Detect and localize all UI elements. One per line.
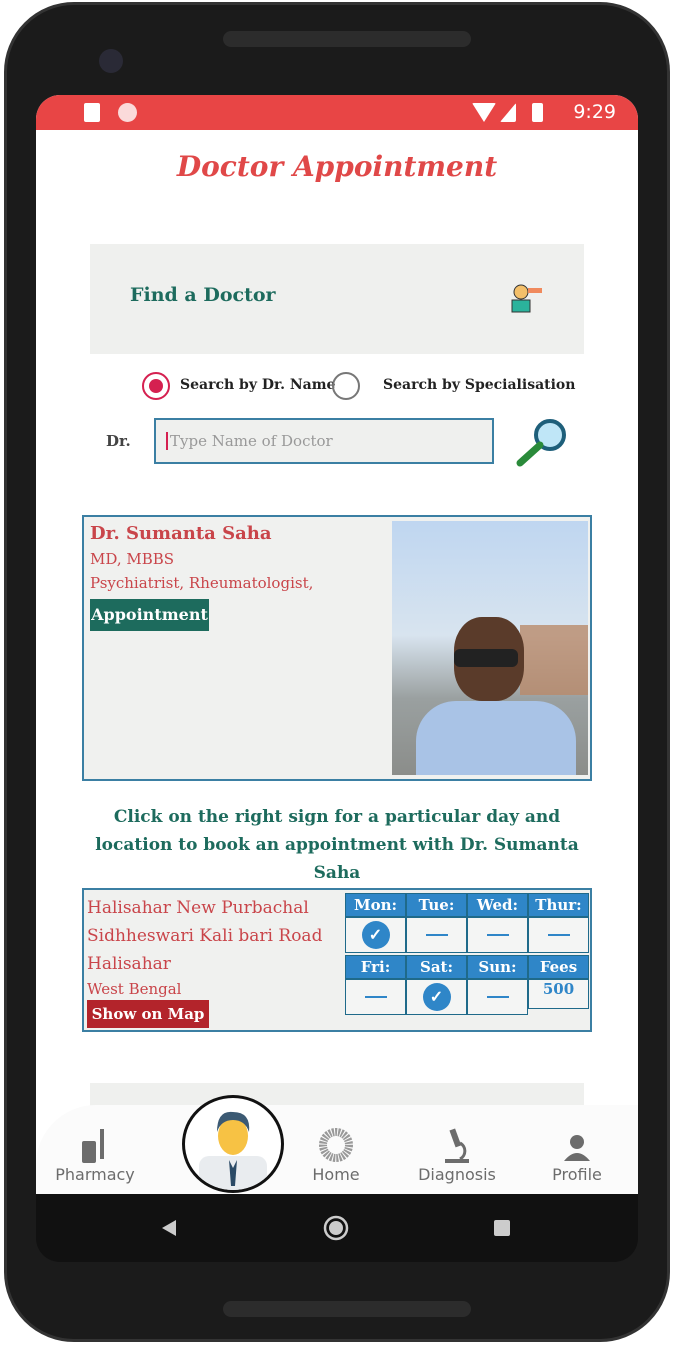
home-nav-icon[interactable] xyxy=(322,1214,350,1242)
tab-pharmacy-label: Pharmacy xyxy=(55,1165,135,1184)
dash-icon xyxy=(364,996,387,998)
recents-icon[interactable] xyxy=(494,1220,510,1236)
day-slot-thur xyxy=(528,917,589,953)
day-header: Fri: xyxy=(345,955,406,979)
doctor-degree: MD, MBBS xyxy=(90,550,175,568)
dash-icon xyxy=(425,934,448,936)
day-slot-sun xyxy=(467,979,528,1015)
tab-profile[interactable]: Profile xyxy=(522,1125,632,1184)
screen: 9:29 Doctor Appointment Find a Doctor Se… xyxy=(36,95,638,1194)
appointment-button[interactable]: Appointment xyxy=(90,599,209,631)
battery-icon xyxy=(532,103,543,122)
profile-icon xyxy=(564,1135,590,1161)
doctor-search-icon xyxy=(511,284,542,313)
day-header: Tue: xyxy=(406,893,467,917)
tab-diagnosis-label: Diagnosis xyxy=(418,1165,496,1184)
dash-icon xyxy=(486,934,509,936)
day-slot-tue xyxy=(406,917,467,953)
booking-instruction: Click on the right sign for a particular… xyxy=(95,807,579,883)
day-header: Wed: xyxy=(467,893,528,917)
day-slot-sat[interactable]: ✓ xyxy=(406,979,467,1015)
fees-header: Fees xyxy=(528,955,589,979)
day-header: Thur: xyxy=(528,893,589,917)
page-title: Doctor Appointment xyxy=(176,150,498,183)
record-icon xyxy=(118,103,137,122)
doctor-name-placeholder: Type Name of Doctor xyxy=(166,432,333,450)
doctor-specialisation: Psychiatrist, Rheumatologist, xyxy=(90,574,314,592)
system-nav-bar xyxy=(36,1194,638,1262)
tab-diagnosis[interactable]: Diagnosis xyxy=(402,1125,512,1184)
bottom-speaker xyxy=(223,1301,471,1317)
fees-value: 500 xyxy=(528,979,589,1009)
clock: 9:29 xyxy=(573,101,616,123)
dash-icon xyxy=(547,934,570,936)
tab-profile-label: Profile xyxy=(552,1165,602,1184)
check-icon[interactable]: ✓ xyxy=(361,921,390,949)
wifi-icon xyxy=(472,103,496,122)
dash-icon xyxy=(486,996,509,998)
radio-dr-name[interactable] xyxy=(142,372,170,400)
tab-home-label: Home xyxy=(312,1165,360,1184)
location-card: Halisahar New Purbachal Sidhheswari Kali… xyxy=(82,888,592,1032)
doctor-photo xyxy=(392,521,588,775)
microscope-icon xyxy=(445,1128,469,1163)
find-doctor-label: Find a Doctor xyxy=(130,284,276,306)
back-icon[interactable] xyxy=(160,1218,180,1238)
find-doctor-panel[interactable]: Find a Doctor xyxy=(90,244,584,354)
doctor-name: Dr. Sumanta Saha xyxy=(90,523,272,544)
doctor-avatar-icon xyxy=(199,1111,267,1190)
search-icon[interactable] xyxy=(514,417,570,467)
day-slot-fri xyxy=(345,979,406,1015)
tab-pharmacy[interactable]: Pharmacy xyxy=(40,1125,150,1184)
status-bar: 9:29 xyxy=(36,95,638,130)
pharmacy-icon xyxy=(82,1129,104,1163)
day-slot-mon[interactable]: ✓ xyxy=(345,917,406,953)
day-header: Sun: xyxy=(467,955,528,979)
tab-home[interactable]: Home xyxy=(281,1125,391,1184)
schedule-grid: Mon: Tue: Wed: Thur: ✓ Fri: Sat: Sun: Fe… xyxy=(345,893,590,1015)
doctor-tab-button[interactable] xyxy=(182,1095,284,1193)
home-icon xyxy=(319,1128,353,1162)
address-line: West Bengal xyxy=(87,980,182,998)
doctor-name-input[interactable]: Type Name of Doctor xyxy=(154,418,494,464)
radio-dr-name-label[interactable]: Search by Dr. Name xyxy=(180,377,335,393)
radio-specialisation-label[interactable]: Search by Specialisation xyxy=(383,377,575,393)
bottom-tab-bar: Pharmacy Home Diagnosis Profile xyxy=(36,1105,638,1194)
address-line: Halisahar New Purbachal xyxy=(87,898,309,918)
dr-prefix-label: Dr. xyxy=(106,432,131,450)
doctor-card: Dr. Sumanta Saha MD, MBBS Psychiatrist, … xyxy=(82,515,592,781)
day-header: Sat: xyxy=(406,955,467,979)
address-line: Halisahar xyxy=(87,954,171,974)
front-camera xyxy=(99,49,123,73)
check-icon[interactable]: ✓ xyxy=(422,983,451,1011)
address-line: Sidhheswari Kali bari Road xyxy=(87,926,323,946)
sd-card-icon xyxy=(84,103,100,122)
day-header: Mon: xyxy=(345,893,406,917)
signal-icon xyxy=(500,103,516,122)
day-slot-wed xyxy=(467,917,528,953)
show-on-map-button[interactable]: Show on Map xyxy=(87,1000,209,1028)
speaker xyxy=(223,31,471,47)
radio-specialisation[interactable] xyxy=(332,372,360,400)
